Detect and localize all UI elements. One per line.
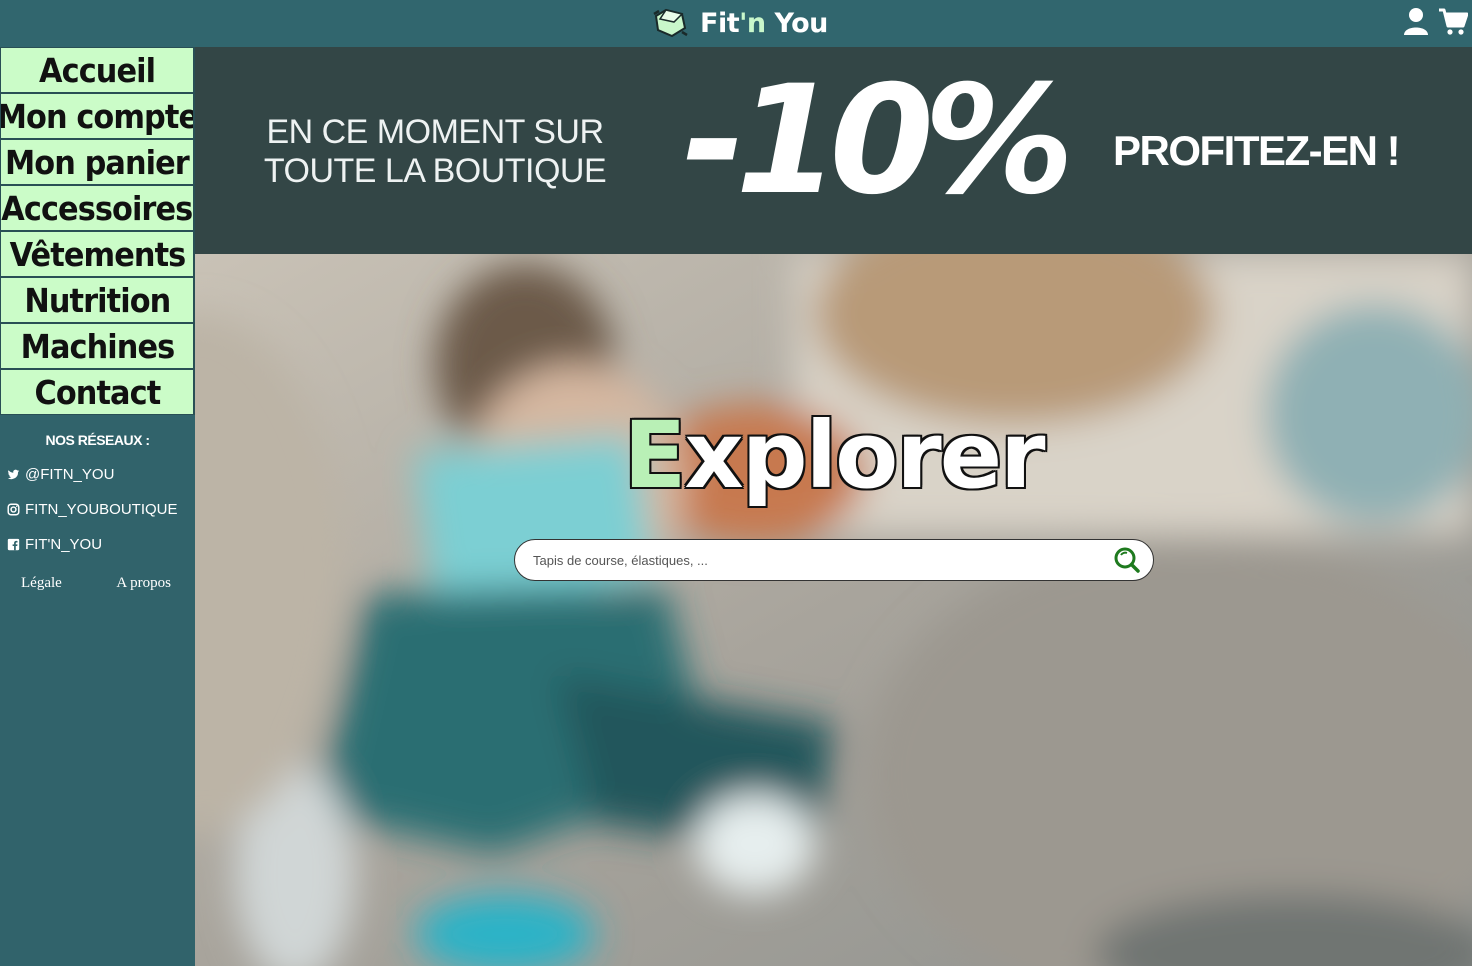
header-actions	[1402, 6, 1468, 36]
twitter-link[interactable]: @FITN_YOU	[7, 466, 195, 483]
promo-cta: PROFITEZ-EN !	[1113, 127, 1401, 174]
promo-banner[interactable]: EN CE MOMENT SUR TOUTE LA BOUTIQUE -10% …	[195, 47, 1472, 254]
nav-item-mon-compte[interactable]: Mon compte	[0, 93, 195, 139]
instagram-icon	[7, 503, 20, 516]
nav-item-label: Mon compte	[0, 96, 195, 136]
nav-item-label: Accessoires	[1, 188, 193, 228]
cart-icon[interactable]	[1438, 6, 1468, 36]
nav-item-label: Vêtements	[9, 234, 186, 274]
nav-item-vetements[interactable]: Vêtements	[0, 231, 195, 277]
explore-title: Explorer	[623, 402, 1046, 509]
nav-item-label: Contact	[34, 372, 161, 412]
nav-item-contact[interactable]: Contact	[0, 369, 195, 415]
promo-line-2: TOUTE LA BOUTIQUE	[263, 152, 607, 190]
top-bar: Fit'n You	[0, 0, 1472, 47]
search-bar	[514, 539, 1154, 581]
twitter-icon	[7, 469, 20, 480]
networks-title: NOS RÉSEAUX :	[45, 432, 150, 448]
search-icon[interactable]	[1113, 546, 1141, 574]
nav-item-label: Machines	[20, 326, 175, 366]
facebook-handle: FIT'N_YOU	[25, 536, 103, 553]
search-input[interactable]	[515, 545, 1095, 575]
sidebar: Accueil Mon compte Mon panier Accessoire…	[0, 47, 195, 966]
nav-item-label: Mon panier	[5, 142, 190, 182]
site-logo[interactable]: Fit'n You	[652, 4, 828, 42]
nav-item-accueil[interactable]: Accueil	[0, 47, 195, 93]
footer-links: Légale A propos	[0, 575, 195, 592]
instagram-link[interactable]: FITN_YOUBOUTIQUE	[7, 501, 195, 518]
nav-item-accessoires[interactable]: Accessoires	[0, 185, 195, 231]
nav-item-machines[interactable]: Machines	[0, 323, 195, 369]
legal-link[interactable]: Légale	[21, 575, 62, 592]
logo-icon	[653, 8, 688, 38]
promo-line-1: EN CE MOMENT SUR	[266, 113, 604, 151]
main-nav: Accueil Mon compte Mon panier Accessoire…	[0, 47, 195, 415]
hero-background-image	[195, 254, 1472, 966]
hero-section: Explorer	[195, 254, 1472, 966]
promo-discount: -10%	[683, 54, 1074, 228]
facebook-link[interactable]: FIT'N_YOU	[7, 536, 195, 553]
nav-item-label: Nutrition	[23, 280, 171, 320]
promo-text: EN CE MOMENT SUR TOUTE LA BOUTIQUE	[255, 113, 615, 191]
nav-item-label: Accueil	[38, 50, 156, 90]
nav-item-nutrition[interactable]: Nutrition	[0, 277, 195, 323]
nav-item-mon-panier[interactable]: Mon panier	[0, 139, 195, 185]
about-link[interactable]: A propos	[116, 575, 171, 592]
user-icon[interactable]	[1402, 6, 1430, 36]
twitter-handle: @FITN_YOU	[25, 466, 115, 483]
logo-text: Fit'n You	[700, 7, 828, 39]
facebook-icon	[7, 538, 20, 551]
instagram-handle: FITN_YOUBOUTIQUE	[25, 501, 178, 518]
